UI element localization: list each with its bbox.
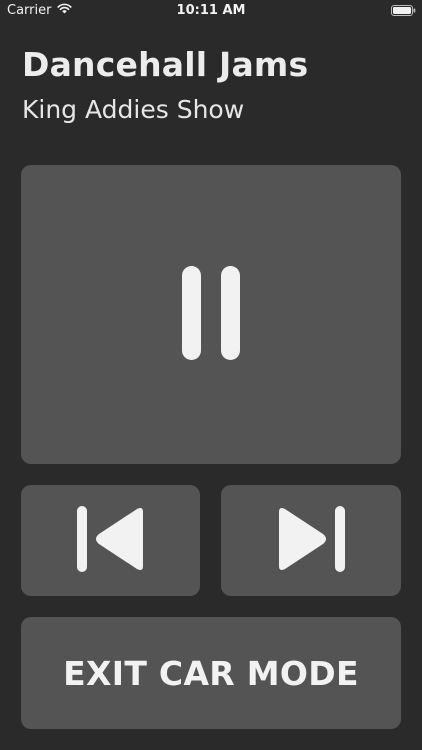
status-bar: Carrier 10:11 AM	[0, 0, 422, 22]
previous-button[interactable]	[21, 485, 200, 596]
exit-car-mode-button[interactable]: EXIT CAR MODE	[21, 617, 401, 729]
next-button[interactable]	[221, 485, 401, 596]
exit-car-mode-label: EXIT CAR MODE	[63, 653, 359, 693]
skip-previous-icon	[76, 505, 145, 576]
play-pause-button[interactable]	[21, 165, 401, 464]
status-time: 10:11 AM	[176, 3, 246, 18]
skip-next-icon	[277, 505, 345, 576]
pause-icon	[182, 265, 240, 364]
battery-icon	[391, 5, 416, 16]
station-title: Dancehall Jams	[22, 45, 309, 84]
show-subtitle: King Addies Show	[22, 95, 245, 124]
